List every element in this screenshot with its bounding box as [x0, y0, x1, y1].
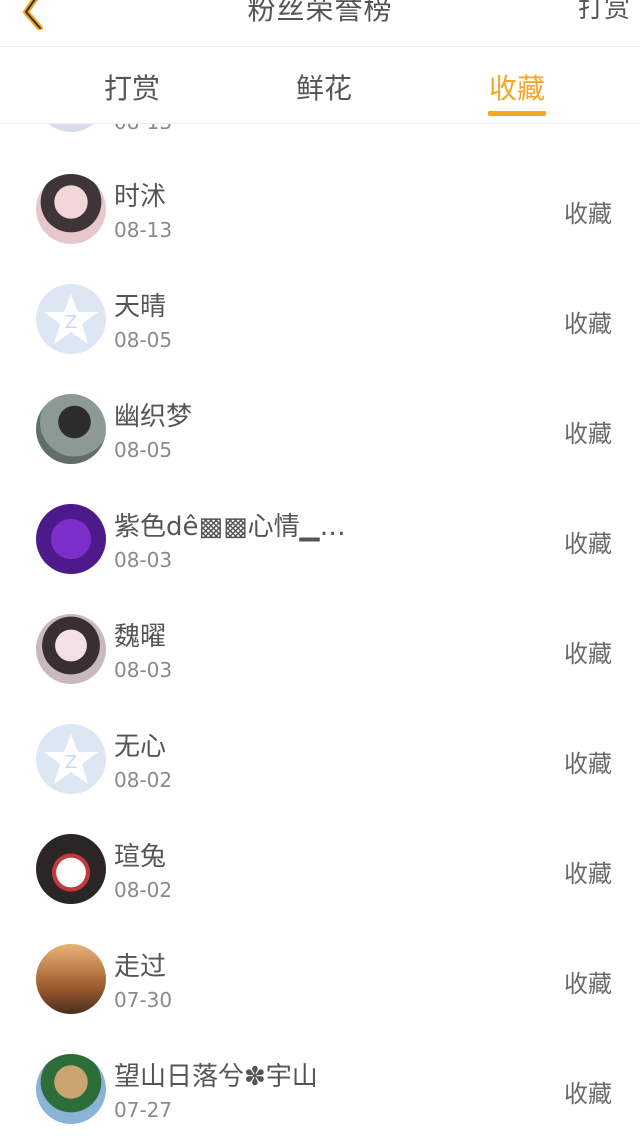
list-item-date: 08-02: [114, 768, 173, 792]
list-item-action: 收藏: [564, 200, 612, 228]
list-item-name: 魏曜: [114, 622, 167, 652]
avatar: [36, 124, 106, 132]
list-item[interactable]: 08-13: [18, 124, 630, 155]
list-item[interactable]: 紫色dê▩▩心情▁… 08-03 收藏: [18, 484, 630, 595]
list-item-action: 收藏: [564, 530, 612, 558]
list-item-name: 幽织梦: [114, 402, 193, 432]
active-tab-indicator: [488, 111, 546, 116]
list-item-date: 08-05: [114, 438, 173, 462]
list-item-name: 天晴: [114, 292, 167, 322]
list-item-date: 07-30: [114, 988, 173, 1012]
list-item[interactable]: 魏曜 08-03 收藏: [18, 594, 630, 705]
avatar: [36, 504, 106, 574]
reward-button[interactable]: 打赏: [578, 0, 630, 25]
avatar: [36, 614, 106, 684]
list-item-name: 走过: [114, 952, 167, 982]
avatar: [36, 394, 106, 464]
tab-flowers[interactable]: 鲜花: [264, 67, 384, 107]
list-item[interactable]: 瑄兔 08-02 收藏: [18, 814, 630, 925]
tab-reward[interactable]: 打赏: [72, 67, 192, 107]
list-item[interactable]: Z 无心 08-02 收藏: [18, 704, 630, 815]
list-item-action: 收藏: [564, 1080, 612, 1108]
avatar: [36, 174, 106, 244]
list-item-date: 07-27: [114, 1098, 173, 1122]
list-item-name: 瑄兔: [114, 842, 167, 872]
list-item-action: 收藏: [564, 640, 612, 668]
avatar: Z: [36, 284, 106, 354]
list-item-name: 望山日落兮✽宇山: [114, 1062, 318, 1092]
list-item[interactable]: 走过 07-30 收藏: [18, 924, 630, 1035]
list-item[interactable]: Z 天晴 08-05 收藏: [18, 264, 630, 375]
list-item-date: 08-02: [114, 878, 173, 902]
list-item[interactable]: 幽织梦 08-05 收藏: [18, 374, 630, 485]
tab-favorites[interactable]: 收藏: [457, 67, 577, 107]
avatar: [36, 944, 106, 1014]
list-item-action: 收藏: [564, 750, 612, 778]
avatar: Z: [36, 724, 106, 794]
list-item-action: 收藏: [564, 970, 612, 998]
list-item[interactable]: 望山日落兮✽宇山 07-27 收藏: [18, 1034, 630, 1144]
list-item-action: 收藏: [564, 420, 612, 448]
list-item-date: 08-05: [114, 328, 173, 352]
top-bar: 粉丝荣誉榜 打赏: [0, 0, 640, 47]
qq-star-icon: Z: [44, 734, 98, 784]
avatar: [36, 834, 106, 904]
list-item-date: 08-13: [114, 218, 173, 242]
list-item-name: 紫色dê▩▩心情▁…: [114, 512, 346, 542]
qq-star-icon: Z: [44, 294, 98, 344]
list-item-name: 时沭: [114, 182, 167, 212]
svg-text:Z: Z: [65, 752, 77, 773]
avatar: [36, 1054, 106, 1124]
list-item-date: 08-03: [114, 658, 173, 682]
list-item-action: 收藏: [564, 310, 612, 338]
list-item-name: 无心: [114, 732, 167, 762]
list-item-action: 收藏: [564, 860, 612, 888]
list-item-date: 08-03: [114, 548, 173, 572]
page-title: 粉丝荣誉榜: [247, 0, 393, 26]
svg-text:Z: Z: [65, 312, 77, 333]
list-item[interactable]: 时沭 08-13 收藏: [18, 154, 630, 265]
list-item-date: 08-13: [114, 124, 172, 134]
